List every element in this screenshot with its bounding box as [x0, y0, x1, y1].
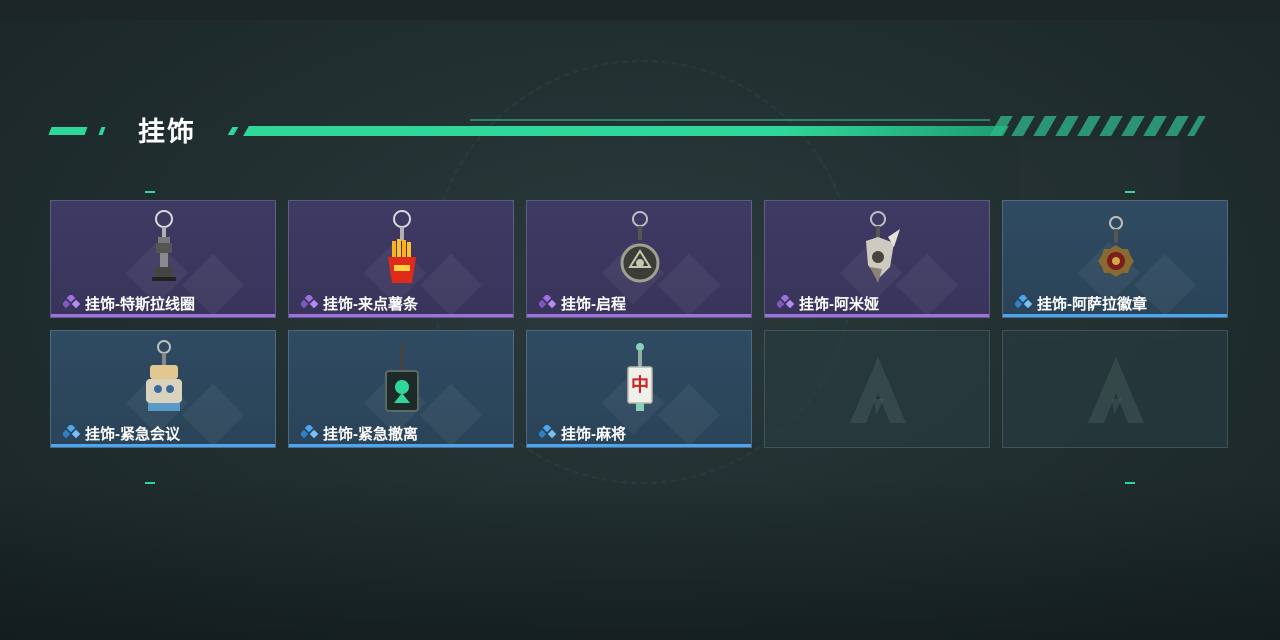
charm-card[interactable]: 挂饰-特斯拉线圈	[50, 200, 276, 318]
charm-name: 挂饰-紧急撤离	[323, 426, 418, 443]
fries-charm-icon	[388, 210, 416, 283]
charm-card[interactable]: 挂饰-启程	[526, 200, 752, 318]
charm-card[interactable]: 中 挂饰-麻将	[526, 330, 752, 448]
charm-name: 挂饰-特斯拉线圈	[85, 296, 195, 313]
rarity-bar	[289, 444, 513, 447]
section-title: 挂饰	[138, 117, 196, 147]
grid-corner-tick	[1125, 191, 1135, 193]
mahjong-glyph: 中	[631, 374, 649, 396]
amiya-charm-icon	[866, 211, 900, 283]
ahsarah-badge-charm-icon	[1098, 216, 1134, 277]
rarity-bar	[289, 314, 513, 317]
empty-charm-slot[interactable]	[1002, 330, 1228, 448]
charm-grid: 挂饰-特斯拉线圈 挂饰-来点薯条 挂饰-启程 挂饰-阿米娅 挂饰-阿萨拉徽章 挂…	[50, 200, 1230, 450]
tesla-coil-charm-icon	[152, 210, 176, 281]
emergency-meeting-charm-icon	[146, 340, 182, 411]
charm-card[interactable]: 挂饰-阿萨拉徽章	[1002, 200, 1228, 318]
purple-rarity-diamonds-icon	[63, 295, 81, 309]
charm-card[interactable]: 挂饰-紧急撤离	[288, 330, 514, 448]
rarity-bar	[51, 314, 275, 317]
charm-name: 挂饰-来点薯条	[323, 296, 418, 313]
purple-rarity-diamonds-icon	[777, 295, 795, 309]
charm-card[interactable]: 挂饰-紧急会议	[50, 330, 276, 448]
purple-rarity-diamonds-icon	[539, 295, 557, 309]
top-bar	[0, 0, 1280, 20]
background-shade	[0, 480, 1280, 640]
journey-medallion-charm-icon	[620, 211, 660, 283]
grid-corner-tick	[1125, 482, 1135, 484]
header-accent-dash	[48, 127, 88, 135]
header-accent-bar	[243, 126, 1009, 136]
grid-corner-tick	[145, 191, 155, 193]
purple-rarity-diamonds-icon	[301, 295, 319, 309]
charm-name: 挂饰-麻将	[561, 426, 626, 443]
rarity-bar	[765, 314, 989, 317]
empty-slot-logo-icon	[1088, 357, 1144, 423]
charm-card[interactable]: 挂饰-阿米娅	[764, 200, 990, 318]
mahjong-tile-charm-icon: 中	[627, 343, 653, 411]
emergency-evac-charm-icon	[385, 343, 419, 412]
grid-corner-tick	[145, 482, 155, 484]
blue-rarity-diamonds-icon	[301, 425, 319, 439]
blue-rarity-diamonds-icon	[63, 425, 81, 439]
rarity-bar	[527, 444, 751, 447]
empty-charm-slot[interactable]	[764, 330, 990, 448]
charm-card[interactable]: 挂饰-来点薯条	[288, 200, 514, 318]
header-accent-dash	[98, 127, 106, 135]
blue-rarity-diamonds-icon	[1015, 295, 1033, 309]
rarity-bar	[527, 314, 751, 317]
header-thin-line	[470, 119, 990, 121]
empty-slot-logo-icon	[850, 357, 906, 423]
charm-name: 挂饰-紧急会议	[85, 426, 180, 443]
charm-name: 挂饰-启程	[561, 296, 626, 313]
header-checker-pattern	[989, 116, 1206, 136]
charm-name: 挂饰-阿萨拉徽章	[1037, 296, 1147, 313]
charm-name: 挂饰-阿米娅	[799, 296, 879, 313]
rarity-bar	[1003, 314, 1227, 317]
section-header: 挂饰	[0, 100, 1280, 160]
rarity-bar	[51, 444, 275, 447]
header-accent-dash	[227, 127, 239, 135]
blue-rarity-diamonds-icon	[539, 425, 557, 439]
